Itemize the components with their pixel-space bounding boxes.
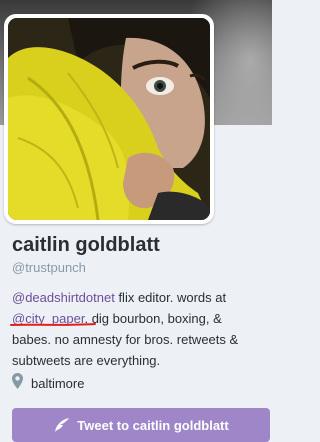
map-pin-icon: [12, 372, 23, 394]
bio-text-1: flix editor. words at: [114, 290, 227, 305]
tweet-to-label: Tweet to caitlin goldblatt: [77, 417, 229, 433]
profile-handle[interactable]: @trustpunch: [12, 260, 86, 275]
profile-display-name[interactable]: caitlin goldblatt: [12, 234, 160, 257]
avatar-frame[interactable]: [4, 14, 214, 224]
profile-location: baltimore: [12, 372, 85, 394]
quill-icon: [53, 417, 71, 433]
avatar: [8, 18, 210, 220]
location-text: baltimore: [31, 375, 85, 391]
bio-mention-deadshirtdotnet[interactable]: @deadshirtdotnet: [12, 290, 115, 305]
annotation-underline: [10, 323, 96, 326]
tweet-to-button[interactable]: Tweet to caitlin goldblatt: [12, 408, 270, 442]
avatar-photo: [8, 18, 210, 220]
profile-bio: @deadshirtdotnet flix editor. words at @…: [12, 287, 264, 371]
